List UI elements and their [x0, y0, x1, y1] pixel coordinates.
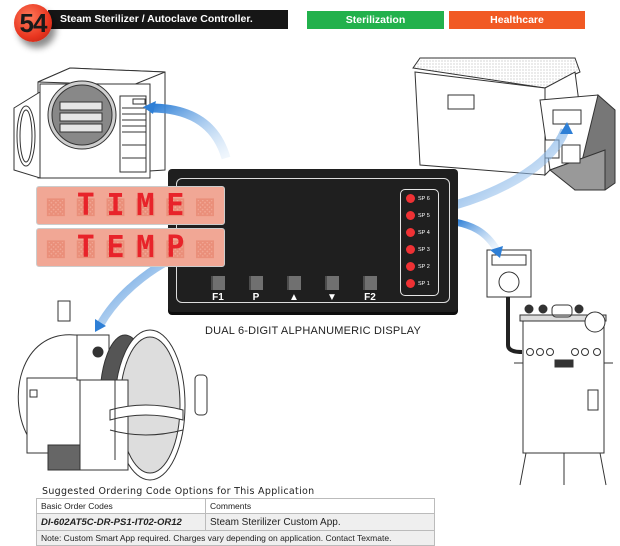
display-digit: ▩	[46, 229, 65, 265]
display-digit: ▩ M	[136, 187, 155, 223]
order-code: DI-602AT5C-DR-PS1-IT02-OR12	[36, 513, 206, 531]
setpoint-label: SP 6	[418, 195, 430, 202]
display-digit: ▩ T	[76, 229, 95, 265]
display-digit: ▩	[196, 187, 215, 223]
table-row: DI-602AT5C-DR-PS1-IT02-OR12 Steam Steril…	[36, 513, 435, 531]
led-icon	[406, 262, 415, 271]
order-comment: Steam Sterilizer Custom App.	[205, 513, 435, 531]
column-header: Basic Order Codes	[36, 498, 206, 514]
setpoint-indicator: SP 1	[401, 275, 438, 292]
setpoint-indicator: SP 4	[401, 224, 438, 241]
table-header-row: Basic Order Codes Comments	[36, 498, 435, 514]
up-arrow-icon: ▲	[289, 292, 299, 303]
display-digit: ▩ T	[76, 187, 95, 223]
f2-button-label: F2	[364, 292, 376, 303]
column-header: Comments	[205, 498, 435, 514]
display-digit: ▩ E	[166, 187, 185, 223]
table-note-row: Note: Custom Smart App required. Charges…	[36, 530, 435, 546]
setpoint-label: SP 3	[418, 246, 430, 253]
p-button[interactable]	[249, 276, 263, 290]
led-icon	[406, 211, 415, 220]
down-button[interactable]	[325, 276, 339, 290]
display-digit: ▩	[46, 187, 65, 223]
setpoint-label: SP 4	[418, 229, 430, 236]
ordering-note: Note: Custom Smart App required. Charges…	[36, 530, 435, 546]
f1-button-label: F1	[212, 292, 224, 303]
led-icon	[406, 279, 415, 288]
down-arrow-icon: ▼	[327, 292, 337, 303]
up-button[interactable]	[287, 276, 301, 290]
setpoint-indicator: SP 2	[401, 258, 438, 275]
display-digit: ▩	[196, 229, 215, 265]
ordering-table: Basic Order Codes Comments DI-602AT5C-DR…	[36, 498, 435, 546]
arrow-to-pressure-vessel	[454, 218, 501, 252]
setpoint-label: SP 5	[418, 212, 430, 219]
display-digit: ▩ P	[166, 229, 185, 265]
display-digit: ▩ I	[106, 187, 125, 223]
setpoint-led-panel: SP 6 SP 5 SP 4 SP 3 SP 2 SP 1	[400, 189, 439, 296]
tabletop-autoclave-icon	[13, 67, 166, 179]
ordering-title: Suggested Ordering Code Options for This…	[42, 486, 315, 497]
led-icon	[406, 228, 415, 237]
pressure-vessel-sterilizer-icon	[486, 249, 613, 486]
setpoint-indicator: SP 3	[401, 241, 438, 258]
setpoint-label: SP 2	[418, 263, 430, 270]
setpoint-label: SP 1	[418, 280, 430, 287]
setpoint-indicator: SP 6	[401, 190, 438, 207]
f1-button[interactable]	[211, 276, 225, 290]
display-digit: ▩ M	[136, 229, 155, 265]
display-line-1: ▩ ▩ T ▩ I ▩ M ▩ E ▩	[36, 186, 225, 225]
p-button-label: P	[252, 292, 260, 303]
f2-button[interactable]	[363, 276, 377, 290]
led-icon	[406, 194, 415, 203]
display-line-2: ▩ ▩ T ▩ E ▩ M ▩ P ▩	[36, 228, 225, 267]
display-digit: ▩ E	[106, 229, 125, 265]
setpoint-indicator: SP 5	[401, 207, 438, 224]
led-icon	[406, 245, 415, 254]
application-number-badge: 54	[14, 4, 52, 42]
display-caption: DUAL 6-DIGIT ALPHANUMERIC DISPLAY	[204, 325, 422, 337]
